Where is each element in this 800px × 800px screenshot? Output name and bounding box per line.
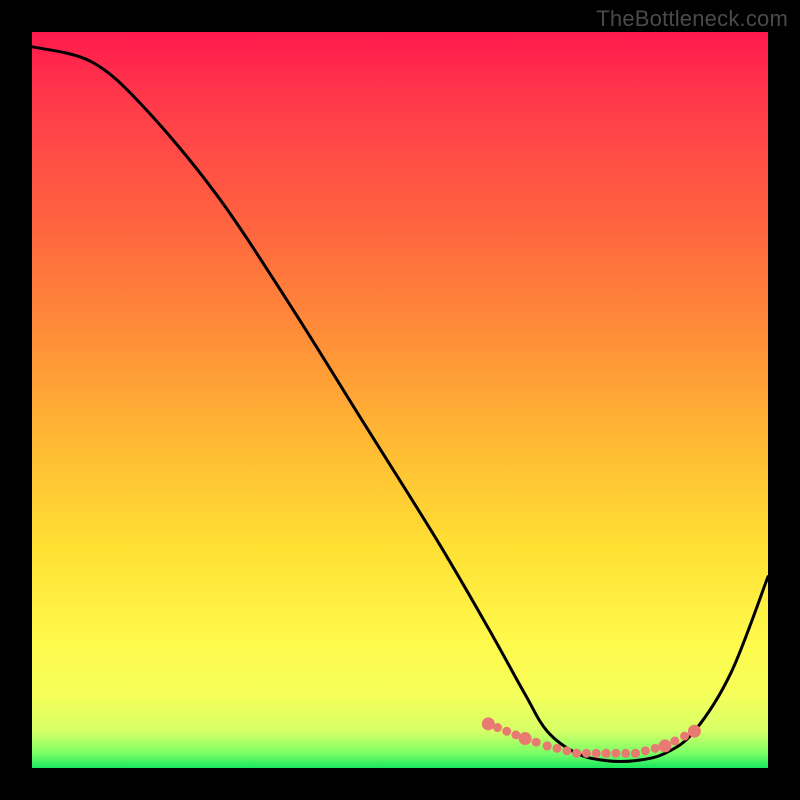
- flat-zone-dot: [553, 744, 562, 753]
- gradient-plot-area: [32, 32, 768, 768]
- flat-zone-dot: [502, 727, 511, 736]
- flat-zone-dot: [572, 749, 581, 758]
- flat-zone-dot: [592, 749, 601, 758]
- flat-zone-dot: [651, 744, 660, 753]
- flat-zone-dot: [611, 749, 620, 758]
- flat-zone-dot: [582, 749, 591, 758]
- flat-zone-dot: [562, 746, 571, 755]
- flat-zone-dot: [641, 746, 650, 755]
- flat-zone-dot: [543, 741, 552, 750]
- flat-zone-end-dot: [658, 739, 671, 752]
- flat-zone-dot: [680, 732, 689, 741]
- flat-zone-dot: [532, 738, 541, 747]
- flat-zone-end-dot: [688, 725, 701, 738]
- chart-frame: TheBottleneck.com: [0, 0, 800, 800]
- attribution-text: TheBottleneck.com: [596, 6, 788, 32]
- curve-layer: [32, 32, 768, 768]
- flat-zone-dot: [621, 749, 630, 758]
- flat-zone-end-dot: [519, 732, 532, 745]
- flat-zone-end-dot: [482, 717, 495, 730]
- flat-zone-dot: [602, 749, 611, 758]
- flat-zone-dot: [631, 749, 640, 758]
- flat-zone-dot: [670, 737, 679, 746]
- bottleneck-curve: [32, 47, 768, 762]
